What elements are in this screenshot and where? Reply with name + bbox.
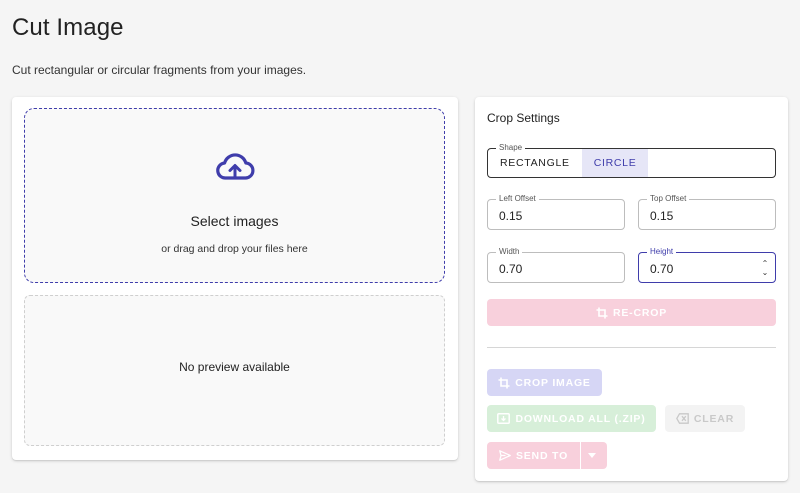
stepper-up-icon[interactable]: ⌃ [761, 259, 769, 268]
send-icon [499, 450, 511, 461]
width-value[interactable]: 0.70 [499, 262, 522, 276]
shape-circle-button[interactable]: CIRCLE [581, 149, 649, 177]
page-description: Cut rectangular or circular fragments fr… [12, 63, 307, 77]
upload-subtitle: or drag and drop your files here [161, 243, 308, 255]
shape-rectangle-button[interactable]: RECTANGLE [488, 149, 582, 177]
crop-icon [498, 377, 510, 388]
recrop-label: RE-CROP [612, 306, 668, 319]
stepper-down-icon[interactable]: ⌄ [761, 268, 769, 277]
width-label: Width [496, 247, 523, 257]
divider [487, 347, 776, 348]
download-all-label: DOWNLOAD ALL (.ZIP) [515, 412, 646, 425]
cloud-upload-icon [216, 153, 255, 180]
crop-image-label: CROP IMAGE [515, 376, 591, 389]
crop-settings-panel: Crop Settings Shape RECTANGLE CIRCLE Lef… [475, 97, 788, 481]
height-stepper[interactable]: ⌃ ⌄ [761, 259, 769, 279]
preview-area: No preview available [24, 295, 445, 446]
left-offset-label: Left Offset [496, 194, 539, 204]
download-icon [497, 413, 511, 424]
image-panel: Select images or drag and drop your file… [12, 97, 458, 460]
settings-title: Crop Settings [487, 111, 560, 125]
upload-title: Select images [190, 213, 279, 229]
top-offset-value[interactable]: 0.15 [650, 209, 673, 223]
height-value[interactable]: 0.70 [650, 262, 673, 276]
height-label: Height [647, 247, 677, 257]
clear-button[interactable]: CLEAR [665, 405, 745, 432]
send-to-dropdown-button[interactable] [581, 442, 607, 469]
send-to-label: SEND TO [515, 449, 569, 462]
shape-toggle-group: Shape RECTANGLE CIRCLE [487, 143, 776, 178]
crop-icon [596, 307, 608, 318]
top-offset-label: Top Offset [647, 194, 690, 204]
preview-empty-text: No preview available [179, 360, 290, 374]
clear-label: CLEAR [693, 412, 735, 425]
top-offset-field[interactable]: Top Offset 0.15 [638, 194, 776, 230]
left-offset-value[interactable]: 0.15 [499, 209, 522, 223]
caret-down-icon [587, 453, 596, 458]
shape-label: Shape [496, 143, 526, 153]
download-all-button[interactable]: DOWNLOAD ALL (.ZIP) [487, 405, 656, 432]
page-title: Cut Image [12, 14, 124, 41]
height-field[interactable]: Height 0.70 ⌃ ⌄ [638, 247, 776, 283]
width-field[interactable]: Width 0.70 [487, 247, 625, 283]
upload-dropzone[interactable]: Select images or drag and drop your file… [24, 108, 445, 283]
left-offset-field[interactable]: Left Offset 0.15 [487, 194, 625, 230]
crop-image-button[interactable]: CROP IMAGE [487, 369, 602, 396]
clear-icon [675, 413, 689, 424]
send-to-button[interactable]: SEND TO [487, 442, 580, 469]
recrop-button[interactable]: RE-CROP [487, 299, 776, 326]
